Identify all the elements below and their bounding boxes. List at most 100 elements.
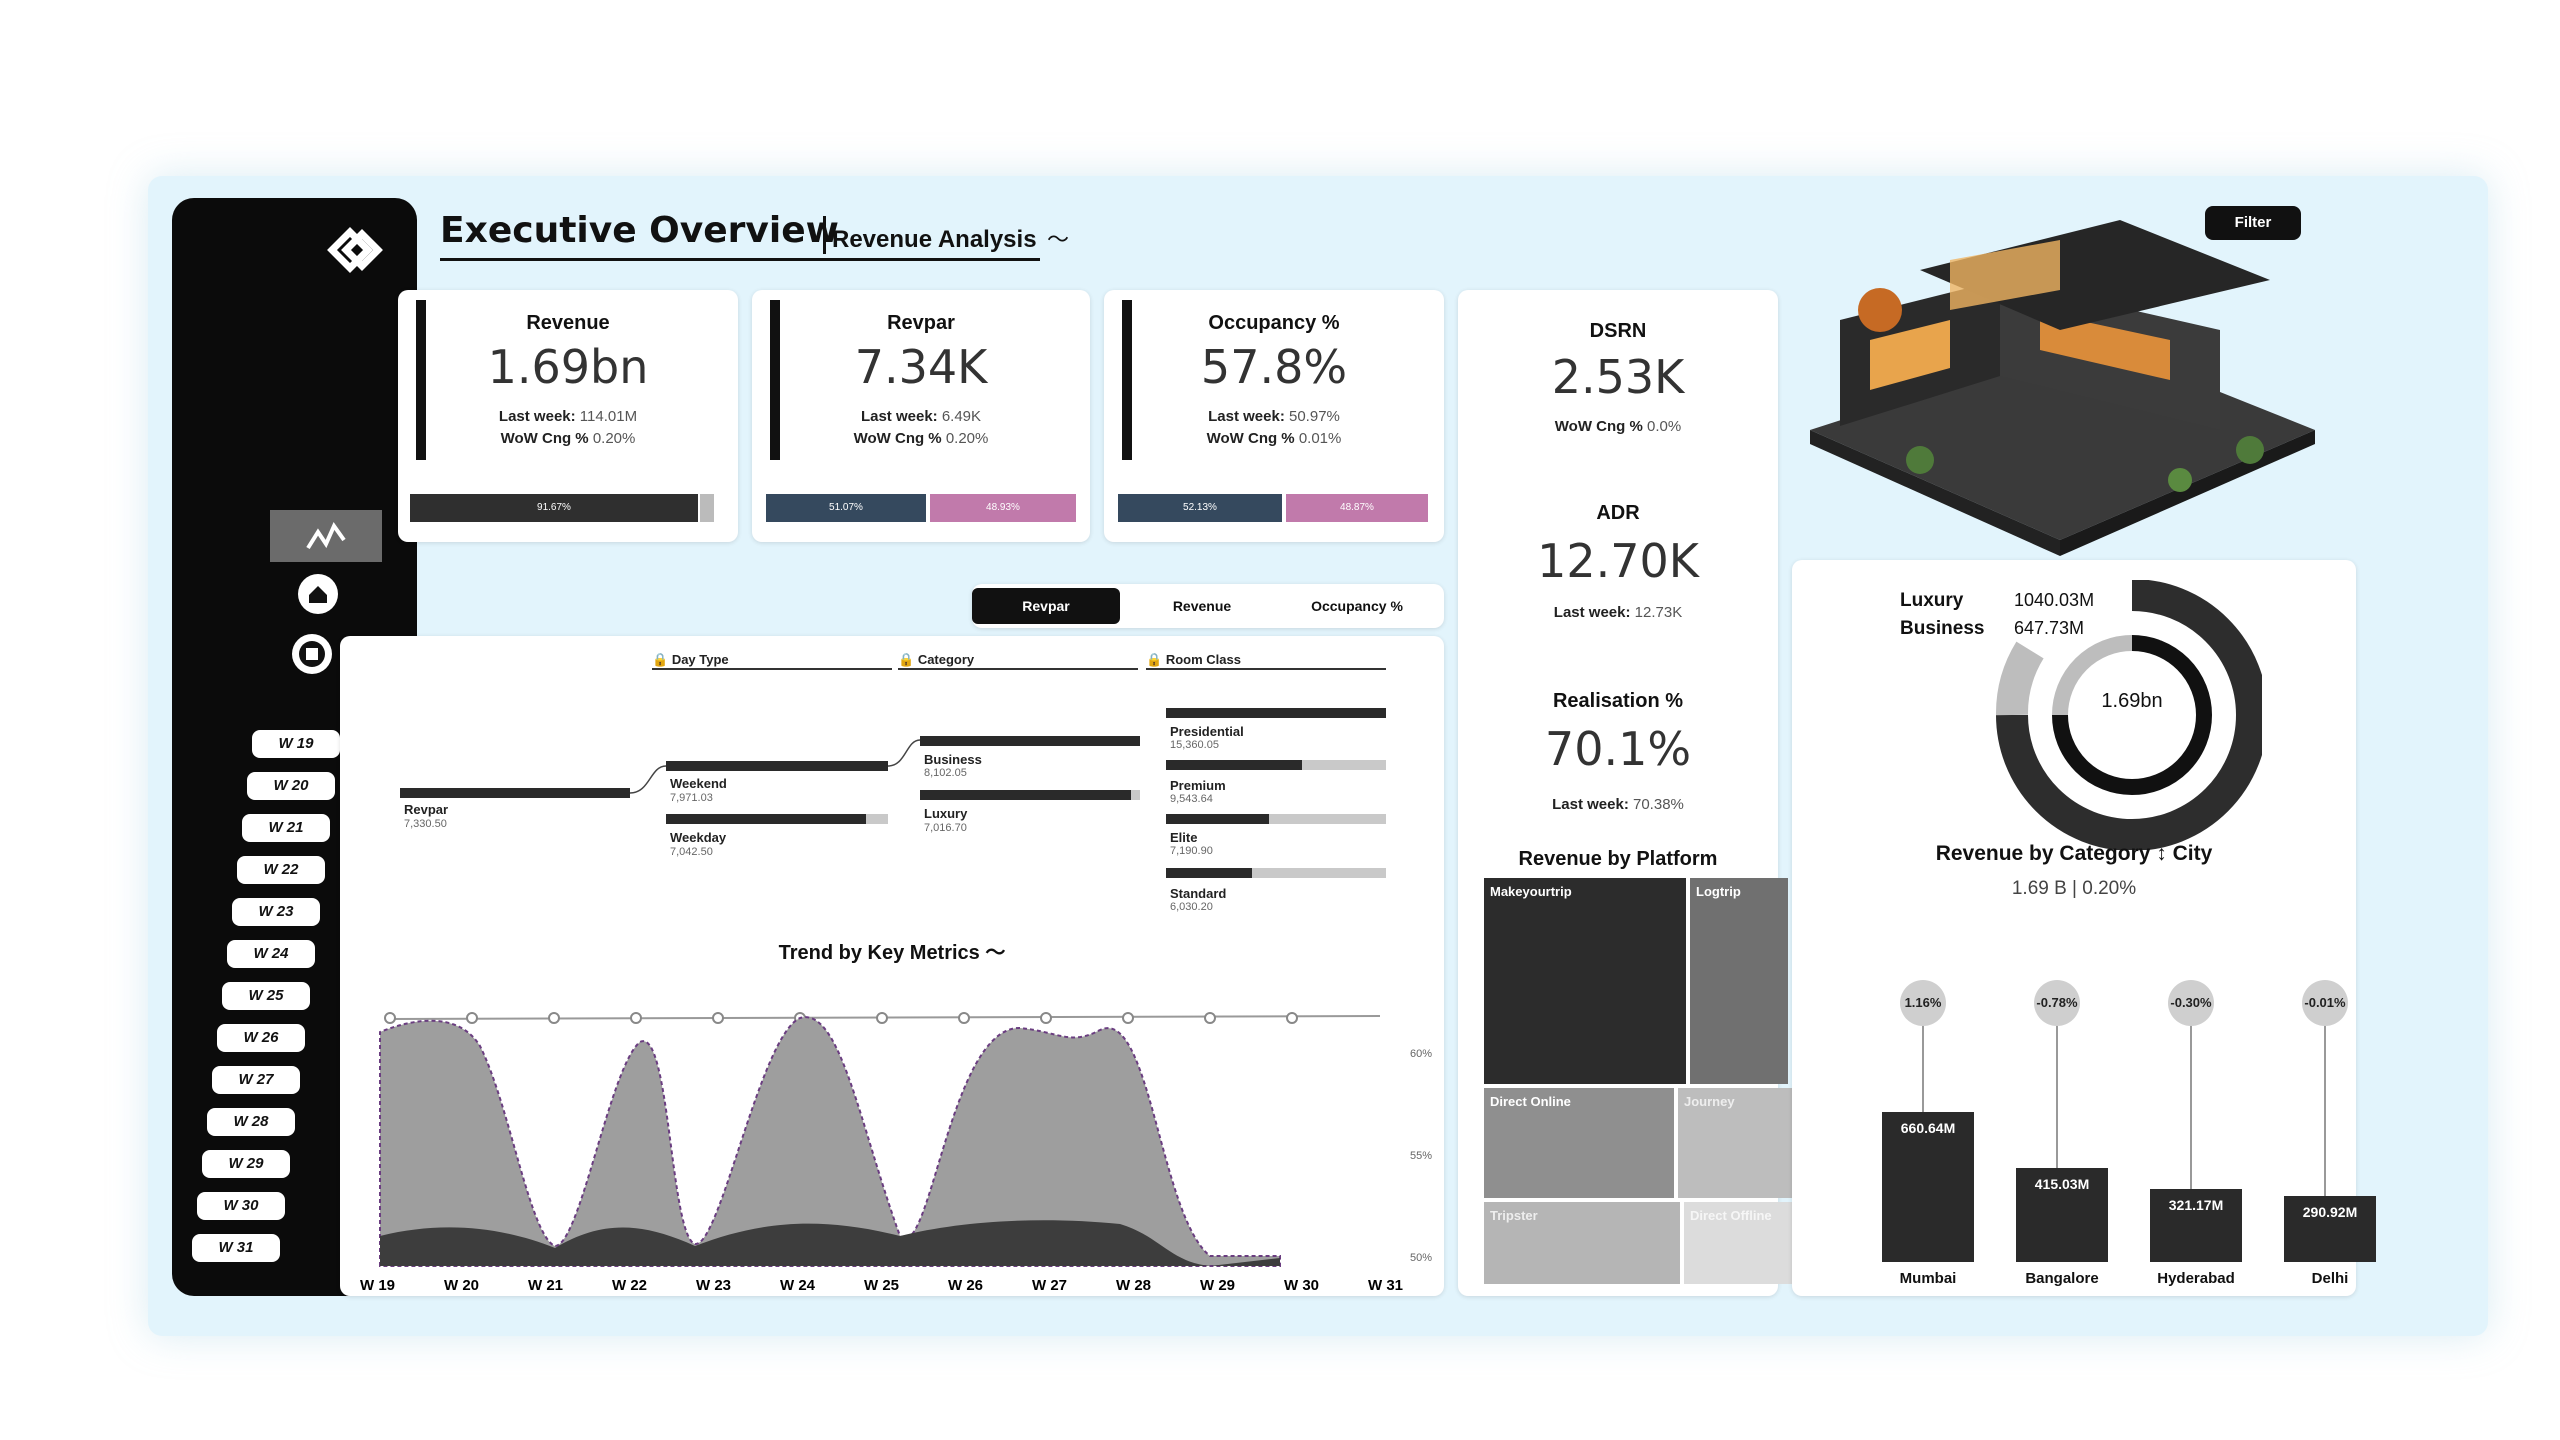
week-filter-item[interactable]: W 20 (247, 772, 335, 800)
house-illustration (1800, 200, 2320, 560)
metric-tabs: Revpar Revenue Occupancy % (972, 584, 1444, 628)
kpi-progress-primary: 52.13% (1118, 494, 1282, 522)
city-bar-value: 290.92M (2302, 1204, 2358, 1220)
trend-x-label: W 19 (360, 1277, 395, 1294)
week-filter-item[interactable]: W 24 (227, 940, 315, 968)
decomp-label: Business (924, 752, 982, 767)
sort-icon: ↕ (2156, 842, 2167, 865)
week-filter-item[interactable]: W 21 (242, 814, 330, 842)
platform-treemap: Makeyourtrip Logtrip Direct Online Journ… (1484, 878, 1800, 1288)
decomp-bar[interactable] (1166, 814, 1386, 824)
trend-y-label: 55% (1410, 1150, 1433, 1162)
decomp-bar[interactable] (920, 790, 1140, 800)
week-filter-item[interactable]: W 29 (202, 1150, 290, 1178)
trend-title: Trend by Key Metrics 〜 (778, 942, 1006, 964)
kpi-last-week: Last week: 50.97% (1208, 408, 1340, 425)
realisation-title: Realisation % (1552, 690, 1684, 712)
tab-revpar[interactable]: Revpar (972, 588, 1120, 624)
kpi-progress-secondary: 48.93% (930, 494, 1076, 522)
realisation-value: 70.1% (1544, 722, 1692, 776)
city-label: Mumbai (1899, 1270, 1957, 1287)
trend-marker[interactable] (712, 1012, 724, 1024)
trend-marker[interactable] (876, 1012, 888, 1024)
treemap-tile[interactable]: Logtrip (1690, 878, 1788, 1084)
decomp-bar[interactable] (1166, 760, 1386, 770)
treemap-tile[interactable]: Makeyourtrip (1484, 878, 1686, 1084)
donut-center-value: 1.69bn (2101, 690, 2163, 712)
page-title: Executive Overview (440, 210, 839, 251)
trend-x-label: W 28 (1116, 1277, 1151, 1294)
treemap-tile[interactable]: Direct Online (1484, 1088, 1674, 1198)
analysis-panel: 🔒 Day Type 🔒 Category 🔒 Room Class Revpa… (340, 636, 1444, 1296)
dsrn-title: DSRN (1589, 320, 1647, 342)
kpi-value: 57.8% (1200, 340, 1348, 394)
city-pin-line (2324, 1008, 2326, 1196)
week-filter-item[interactable]: W 31 (192, 1234, 280, 1262)
treemap-tile[interactable]: Journey (1678, 1088, 1800, 1198)
trend-marker[interactable] (466, 1012, 478, 1024)
decomp-bar[interactable] (666, 761, 888, 771)
trend-marker[interactable] (384, 1012, 396, 1024)
sidebar-item-analytics[interactable] (270, 510, 382, 562)
kpi-value: 7.34K (854, 340, 988, 394)
decomp-value: 6,030.20 (1170, 901, 1213, 913)
trend-x-label: W 30 (1284, 1277, 1319, 1294)
week-filter-item[interactable]: W 27 (212, 1066, 300, 1094)
tab-revenue[interactable]: Revenue (1132, 588, 1272, 624)
building-icon[interactable] (292, 634, 332, 674)
week-filter-item[interactable]: W 25 (222, 982, 310, 1010)
week-filter-item[interactable]: W 30 (197, 1192, 285, 1220)
decomp-bar[interactable] (920, 736, 1140, 746)
decomp-label: Elite (1170, 830, 1198, 845)
trend-marker[interactable] (958, 1012, 970, 1024)
adr-value: 12.70K (1537, 534, 1699, 588)
week-filter-item[interactable]: W 23 (232, 898, 320, 926)
page-subtitle: Revenue Analysis (832, 226, 1037, 253)
kpi-progress-primary: 91.67% (410, 494, 698, 522)
week-filter-item[interactable]: W 19 (252, 730, 340, 758)
trend-y-label: 50% (1410, 1252, 1433, 1264)
trend-marker[interactable] (1040, 1012, 1052, 1024)
city-pin-line (2190, 1008, 2192, 1189)
trend-marker[interactable] (1204, 1012, 1216, 1024)
trend-x-label: W 21 (528, 1277, 563, 1294)
decomp-bar[interactable] (1166, 708, 1386, 718)
decomp-bar[interactable] (1166, 868, 1386, 878)
donut-subtitle: 1.69 B | 0.20% (2011, 878, 2137, 899)
decomp-value: 8,102.05 (924, 767, 967, 779)
tab-occupancy[interactable]: Occupancy % (1282, 588, 1432, 624)
trend-x-label: W 29 (1200, 1277, 1235, 1294)
decomp-bar[interactable] (666, 814, 888, 824)
category-donut[interactable] (1972, 580, 2262, 850)
city-label: Hyderabad (2157, 1270, 2235, 1287)
brand-logo-icon (312, 210, 392, 290)
trend-marker[interactable] (1286, 1012, 1298, 1024)
kpi-card-revenue[interactable]: Revenue 1.69bn Last week: 114.01M WoW Cn… (398, 290, 738, 542)
city-bar-value: 660.64M (1900, 1120, 1956, 1136)
subtitle-trend-icon: 〜 (1047, 227, 1070, 252)
treemap-tile[interactable]: Tripster (1484, 1202, 1680, 1284)
city-change-pin[interactable]: -0.01% (2302, 980, 2348, 1026)
kpi-card-revpar[interactable]: Revpar 7.34K Last week: 6.49K WoW Cng % … (752, 290, 1090, 542)
donut-legend-name: Luxury (1900, 590, 1964, 611)
kpi-last-week: Last week: 114.01M (498, 408, 638, 425)
week-filter-item[interactable]: W 22 (237, 856, 325, 884)
city-change-pin[interactable]: -0.30% (2168, 980, 2214, 1026)
trend-marker[interactable] (630, 1012, 642, 1024)
title-divider (823, 216, 826, 254)
city-change-pin[interactable]: -0.78% (2034, 980, 2080, 1026)
week-filter-item[interactable]: W 28 (207, 1108, 295, 1136)
category-city-panel: Luxury 1040.03M Business 647.73M 1.69bn … (1792, 560, 2376, 1296)
kpi-card-occupancy[interactable]: Occupancy % 57.8% Last week: 50.97% WoW … (1104, 290, 1444, 542)
home-icon[interactable] (298, 574, 338, 614)
week-filter-item[interactable]: W 26 (217, 1024, 305, 1052)
treemap-tile[interactable]: Direct Offline (1684, 1202, 1800, 1284)
kpi-title: Occupancy % (1208, 312, 1340, 334)
trend-marker[interactable] (548, 1012, 560, 1024)
trend-marker[interactable] (1122, 1012, 1134, 1024)
city-change-pin[interactable]: 1.16% (1900, 980, 1946, 1026)
decomp-label: Weekday (670, 830, 727, 845)
kpi-progress-secondary: 48.87% (1286, 494, 1428, 522)
decomp-label: Luxury (924, 806, 968, 821)
kpi-title: Revenue (526, 312, 610, 334)
